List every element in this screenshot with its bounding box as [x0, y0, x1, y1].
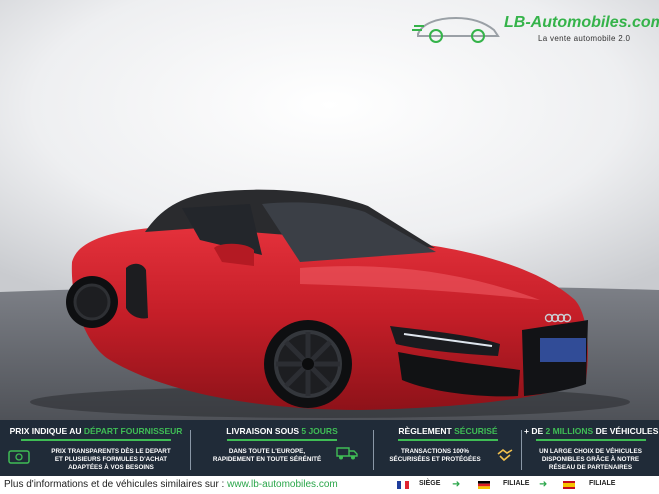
website-link[interactable]: www.lb-automobiles.com [227, 479, 338, 490]
benefit-delivery: LIVRAISON SOUS 5 JOURS DANS TOUTE L'EURO… [194, 420, 370, 476]
benefit-payment-text: TRANSACTIONS 100% SÉCURISÉES ET PROTÉGÉES [389, 448, 481, 463]
divider [535, 439, 646, 441]
benefit-payment-title: RÈGLEMENT SÉCURISÉ [398, 426, 498, 436]
footer-bar: Plus d'informations et de véhicules simi… [0, 476, 659, 494]
benefit-price-text: PRIX TRANSPARENTS DÈS LE DEPART ET PLUSIE… [51, 448, 171, 471]
benefit-delivery-title: LIVRAISON SOUS 5 JOURS [226, 426, 338, 436]
arrow-right-icon: ➜ [452, 479, 461, 490]
location-label: SIÈGE [419, 480, 441, 487]
brand-logo[interactable]: LB-Automobiles.com La vente automobile 2… [412, 12, 659, 48]
arrow-right-icon: ➜ [539, 479, 548, 490]
spain-flag-icon [563, 481, 575, 489]
car-photo [0, 0, 659, 420]
divider [21, 439, 171, 441]
divider [398, 439, 498, 441]
separator [521, 430, 522, 470]
truck-icon [336, 447, 358, 460]
location-label: FILIALE [503, 480, 530, 487]
footer-text: Plus d'informations et de véhicules simi… [4, 479, 338, 490]
separator [373, 430, 374, 470]
location-label: FILIALE [589, 480, 616, 487]
germany-flag-icon [478, 481, 490, 489]
listing-image: LB-Automobiles.com La vente automobile 2… [0, 0, 659, 494]
benefits-banner: PRIX INDIQUE AU DÉPART FOURNISSEUR PRIX … [0, 420, 659, 476]
benefit-payment: RÈGLEMENT SÉCURISÉ TRANSACTIONS 100% SÉCU… [378, 420, 518, 476]
benefit-vehicles: + DE 2 MILLIONS DE VÉHICULES UN LARGE CH… [524, 420, 659, 476]
separator [190, 430, 191, 470]
car-logo-icon [412, 16, 500, 43]
brand-name: LB-Automobiles.com [504, 14, 659, 31]
divider [227, 439, 337, 441]
benefit-vehicles-title: + DE 2 MILLIONS DE VÉHICULES [524, 426, 659, 436]
benefit-price: PRIX INDIQUE AU DÉPART FOURNISSEUR PRIX … [4, 420, 188, 476]
banknote-icon [8, 450, 30, 464]
benefit-vehicles-text: UN LARGE CHOIX DE VÉHICULES DISPONIBLES G… [539, 448, 642, 471]
france-flag-icon [397, 481, 409, 489]
handshake-icon [497, 448, 513, 462]
benefit-delivery-text: DANS TOUTE L'EUROPE, RAPIDEMENT EN TOUTE … [212, 448, 322, 463]
benefit-price-title: PRIX INDIQUE AU DÉPART FOURNISSEUR [9, 426, 183, 436]
brand-tagline: La vente automobile 2.0 [538, 34, 631, 43]
